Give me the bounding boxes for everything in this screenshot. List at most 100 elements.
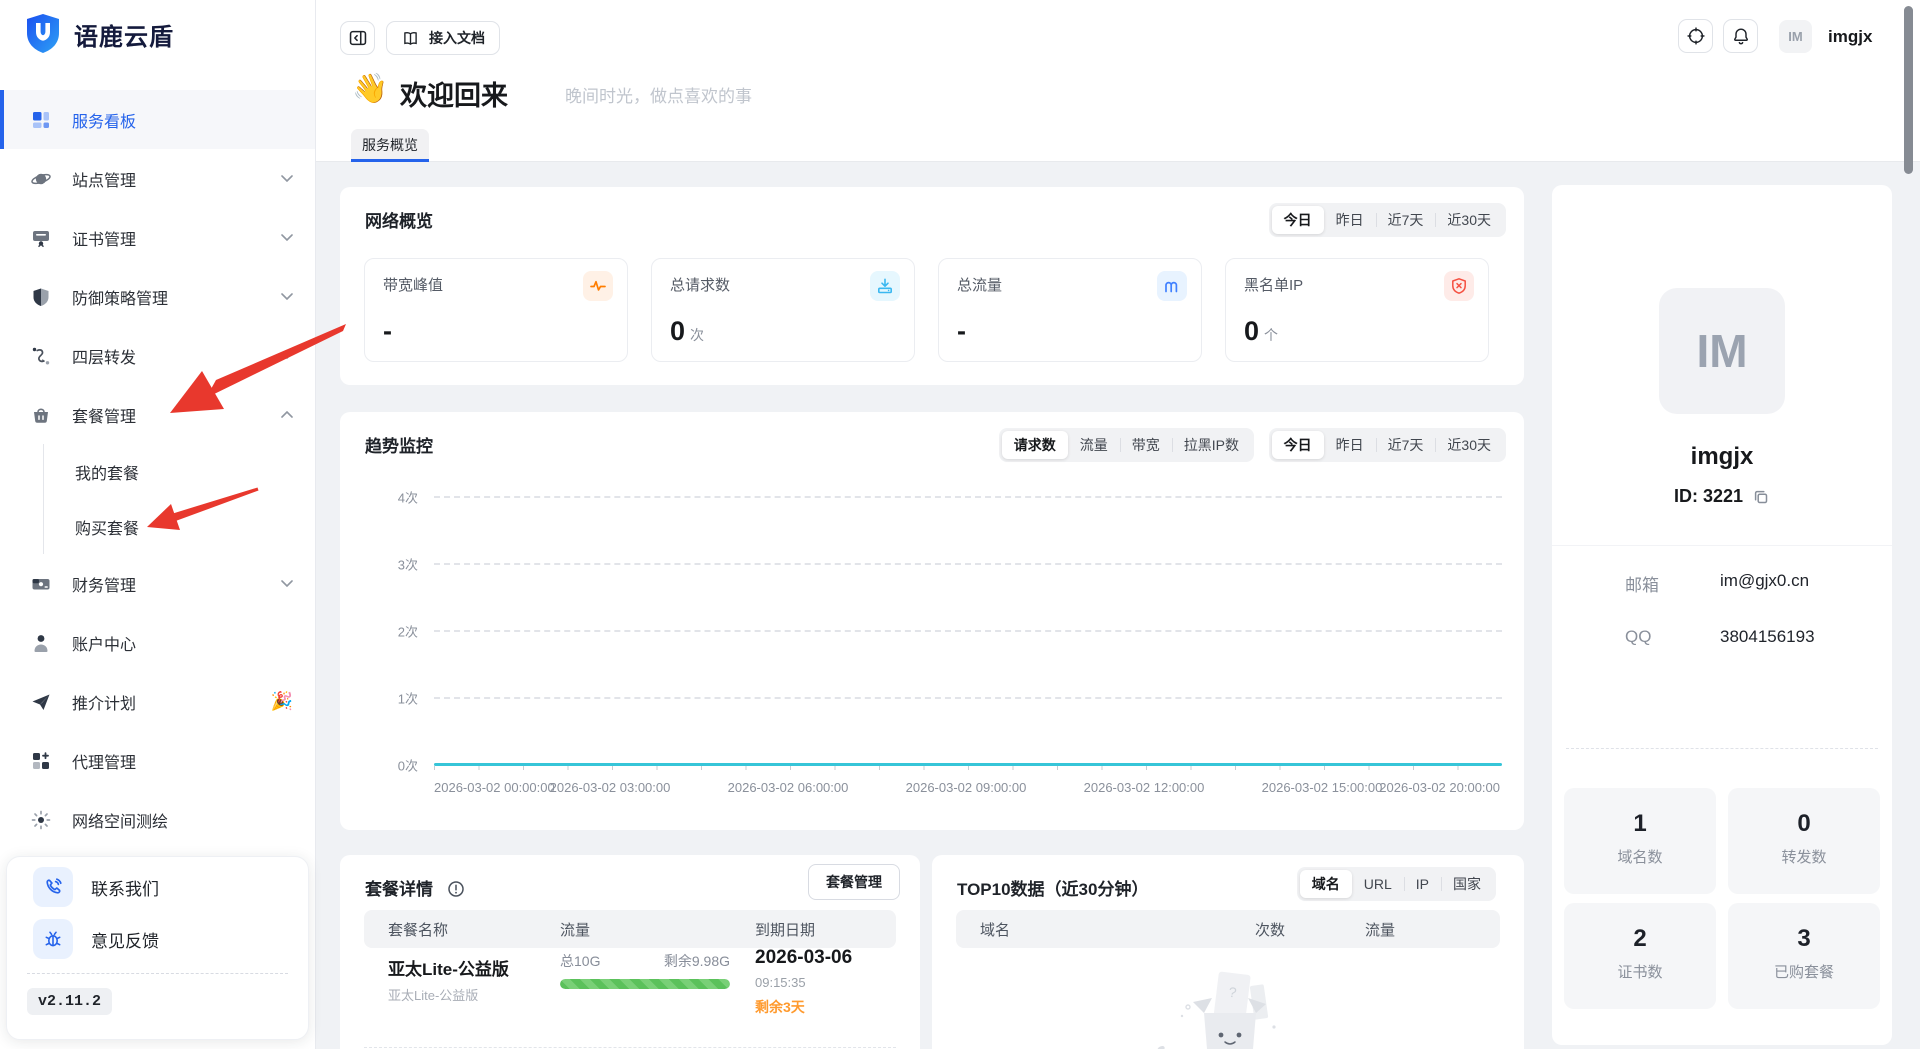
notifications-button[interactable] — [1723, 19, 1758, 53]
phone-icon — [33, 867, 73, 907]
empty-state-illustration: ? — [1154, 967, 1304, 1049]
sidebar-item-label: 防御策略管理 — [72, 285, 168, 309]
copy-icon[interactable] — [1752, 488, 1770, 506]
party-popper-icon: 🎉 — [271, 691, 293, 712]
stat-purchased-packages: 3 已购套餐 — [1728, 903, 1880, 1009]
stat-unit: 次 — [690, 327, 704, 343]
footer-divider — [27, 973, 288, 974]
sidebar-item-label: 财务管理 — [72, 572, 136, 596]
shield-logo-icon — [25, 13, 61, 55]
locate-button[interactable] — [1678, 19, 1713, 53]
metric-requests[interactable]: 请求数 — [1002, 431, 1068, 459]
sidebar-subitem-label: 购买套餐 — [75, 515, 139, 539]
username[interactable]: imgjx — [1828, 27, 1872, 47]
filter-yesterday[interactable]: 昨日 — [1324, 431, 1376, 459]
sidebar-item-sites[interactable]: 站点管理 — [0, 149, 315, 208]
y-axis-tick: 3次 — [340, 555, 418, 574]
filter-country[interactable]: 国家 — [1441, 870, 1493, 898]
stat-value: 3 — [1728, 925, 1880, 953]
column-header: 套餐名称 — [364, 919, 560, 940]
brand-name: 语鹿云盾 — [74, 17, 174, 52]
shield-x-icon — [1444, 271, 1474, 301]
x-axis-label: 2026-03-02 12:00:00 — [1084, 780, 1205, 795]
filter-url[interactable]: URL — [1352, 870, 1404, 898]
traffic-progress-bar — [560, 979, 730, 989]
filter-today[interactable]: 今日 — [1272, 206, 1324, 234]
collapse-sidebar-button[interactable] — [340, 21, 375, 55]
sidebar-item-account[interactable]: 账户中心 — [0, 613, 315, 672]
chevron-up-icon — [281, 411, 293, 418]
profile-id-row: ID: 3221 — [1552, 486, 1892, 507]
sidebar-item-label: 代理管理 — [72, 749, 136, 773]
sidebar-item-agents[interactable]: 代理管理 — [0, 731, 315, 790]
stat-value: - — [957, 316, 966, 347]
x-axis-label: 2026-03-02 00:00:00 — [434, 780, 555, 795]
filter-7days[interactable]: 近7天 — [1376, 206, 1436, 234]
docs-button[interactable]: 接入文档 — [386, 21, 500, 55]
gridline — [434, 563, 1502, 565]
column-header: 到期日期 — [755, 919, 815, 940]
profile-avatar: IM — [1659, 288, 1785, 414]
filter-yesterday[interactable]: 昨日 — [1324, 206, 1376, 234]
filter-ip[interactable]: IP — [1404, 870, 1441, 898]
sidebar: 语鹿云盾 服务看板 站点管理 证书管理 防御策略管理 四层转发 — [0, 0, 316, 1049]
filter-domain[interactable]: 域名 — [1300, 870, 1352, 898]
chevron-down-icon — [281, 580, 293, 587]
network-time-filter: 今日 昨日 近7天 近30天 — [1269, 203, 1506, 237]
traffic-total: 总10G — [560, 951, 600, 971]
filter-30days[interactable]: 近30天 — [1435, 206, 1503, 234]
qq-value: 3804156193 — [1720, 627, 1815, 647]
sidebar-item-defense-policy[interactable]: 防御策略管理 — [0, 267, 315, 326]
sidebar-subitem-label: 我的套餐 — [75, 460, 139, 484]
sidebar-item-label: 推介计划 — [72, 690, 136, 714]
sidebar-item-finance[interactable]: 财务管理 — [0, 554, 315, 613]
stat-domain-count: 1 域名数 — [1564, 788, 1716, 894]
filter-30days[interactable]: 近30天 — [1435, 431, 1503, 459]
planet-icon — [30, 168, 52, 190]
package-details-title: 套餐详情 — [365, 875, 465, 900]
stat-number: 0 — [670, 316, 685, 346]
y-axis-tick: 4次 — [340, 488, 418, 507]
metric-blocked-ip[interactable]: 拉黑IP数 — [1172, 431, 1251, 459]
waving-hand-icon: 👋 — [352, 72, 388, 106]
sidebar-item-packages[interactable]: 套餐管理 — [0, 385, 315, 444]
metric-traffic[interactable]: 流量 — [1068, 431, 1120, 459]
sidebar-item-label: 站点管理 — [72, 167, 136, 191]
sidebar-item-layer4-forward[interactable]: 四层转发 — [0, 326, 315, 385]
tab-service-overview[interactable]: 服务概览 — [351, 129, 429, 161]
stat-label: 黑名单IP — [1244, 274, 1470, 295]
feedback-item[interactable]: 意见反馈 — [7, 913, 308, 965]
sidebar-item-buy-packages[interactable]: 购买套餐 — [44, 499, 315, 554]
stat-label: 总请求数 — [670, 274, 896, 295]
expire-time: 09:15:35 — [755, 975, 806, 990]
email-value: im@gjx0.cn — [1720, 571, 1809, 591]
stat-total-requests: 总请求数 0次 — [651, 258, 915, 362]
profile-username: imgjx — [1552, 443, 1892, 471]
metric-bandwidth[interactable]: 带宽 — [1120, 431, 1172, 459]
bug-icon — [33, 919, 73, 959]
sidebar-menu: 服务看板 站点管理 证书管理 防御策略管理 四层转发 套餐管理 — [0, 90, 315, 908]
sidebar-item-referral[interactable]: 推介计划 🎉 — [0, 672, 315, 731]
filter-7days[interactable]: 近7天 — [1376, 431, 1436, 459]
row-divider — [364, 1047, 896, 1048]
sidebar-item-my-packages[interactable]: 我的套餐 — [44, 444, 315, 499]
waveform-icon — [1157, 271, 1187, 301]
column-header: 次数 — [1230, 919, 1310, 940]
stat-value: 2 — [1564, 925, 1716, 953]
pulse-icon — [583, 271, 613, 301]
top10-card: TOP10数据（近30分钟） 域名 URL IP 国家 域名 次数 流量 ? — [932, 855, 1524, 1049]
filter-today[interactable]: 今日 — [1272, 431, 1324, 459]
contact-us-item[interactable]: 联系我们 — [7, 861, 308, 913]
manage-packages-button[interactable]: 套餐管理 — [808, 864, 900, 900]
sidebar-item-dashboard[interactable]: 服务看板 — [0, 90, 315, 149]
contact-us-label: 联系我们 — [91, 875, 159, 900]
column-header: 流量 — [560, 919, 755, 940]
vertical-scrollbar-thumb[interactable] — [1904, 6, 1913, 174]
sidebar-item-certificates[interactable]: 证书管理 — [0, 208, 315, 267]
version-badge: v2.11.2 — [27, 988, 112, 1015]
y-axis-tick: 1次 — [340, 689, 418, 708]
stat-value: 0次 — [670, 316, 704, 347]
avatar[interactable]: IM — [1779, 20, 1812, 53]
expire-date: 2026-03-06 — [755, 947, 852, 969]
sidebar-item-cyberspace-mapping[interactable]: 网络空间测绘 — [0, 790, 315, 849]
